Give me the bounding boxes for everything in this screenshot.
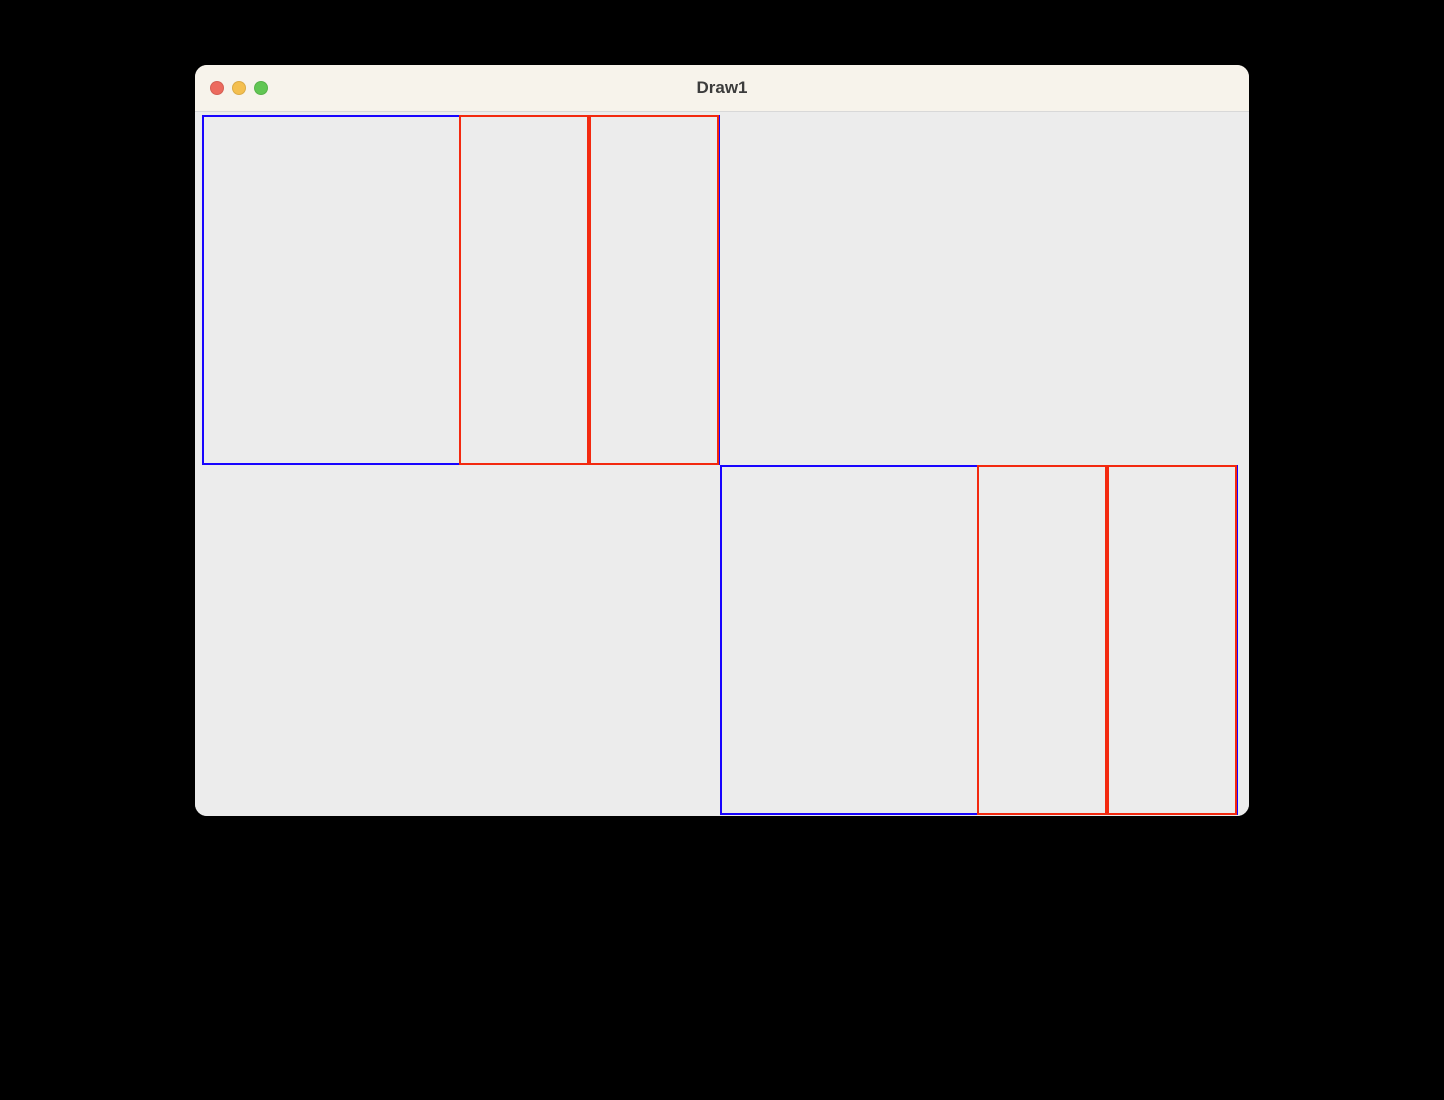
app-window: Draw1 [195, 65, 1249, 816]
window-title: Draw1 [195, 78, 1249, 98]
window-controls [210, 81, 268, 95]
drawing-canvas[interactable] [195, 112, 1249, 816]
drawn-rect-red-5[interactable] [1107, 465, 1237, 815]
minimize-button[interactable] [232, 81, 246, 95]
close-button[interactable] [210, 81, 224, 95]
zoom-button[interactable] [254, 81, 268, 95]
drawn-rect-red-4[interactable] [977, 465, 1107, 815]
drawn-rect-red-2[interactable] [589, 115, 719, 465]
drawn-rect-red-1[interactable] [459, 115, 589, 465]
titlebar[interactable]: Draw1 [195, 65, 1249, 112]
